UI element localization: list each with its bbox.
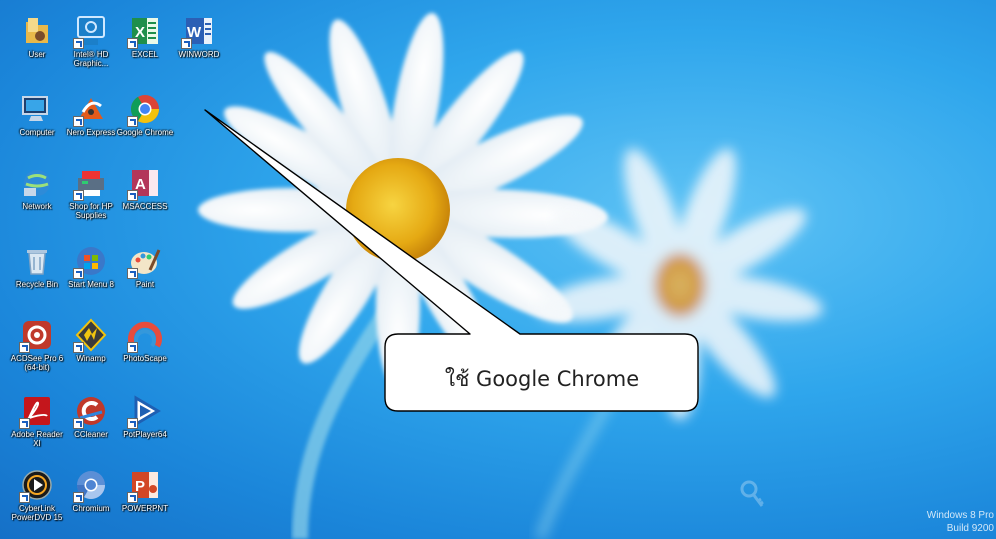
desktop-icon-label: Chromium [72, 504, 110, 513]
desktop-icon-photoscape[interactable]: PhotoScape [116, 318, 174, 380]
potplayer-icon [127, 394, 162, 429]
desktop-icon-chromium[interactable]: Chromium [62, 468, 120, 530]
start-menu-icon [73, 244, 108, 279]
shortcut-arrow-icon [127, 342, 138, 353]
desktop-icon-ccleaner[interactable]: CCleaner [62, 394, 120, 456]
desktop-icon-powerpoint[interactable]: P POWERPNT [116, 468, 174, 530]
hp-supplies-icon [73, 166, 108, 201]
desktop-icon-paint[interactable]: Paint [116, 244, 174, 306]
intel-graphics-icon [73, 14, 108, 49]
shortcut-arrow-icon [19, 418, 30, 429]
shortcut-arrow-icon [127, 116, 138, 127]
shortcut-arrow-icon [127, 38, 138, 49]
desktop-icon-label: Winamp [76, 354, 106, 363]
user-folder-icon [20, 14, 54, 48]
windows-build: Build 9200 [946, 523, 994, 534]
shortcut-arrow-icon [19, 492, 30, 503]
nero-express-icon [73, 92, 108, 127]
shortcut-arrow-icon [73, 268, 84, 279]
desktop-icon-word[interactable]: W WINWORD [170, 14, 228, 76]
watermark-brand [740, 478, 915, 514]
desktop-icon-access[interactable]: A MSACCESS [116, 166, 174, 228]
windows-build-watermark: Windows 8 Pro Build 9200 [927, 509, 994, 535]
desktop-icon-label: EXCEL [131, 50, 159, 59]
desktop-icon-label: Shop for HP Supplies [69, 202, 113, 220]
photoscape-icon [127, 318, 162, 353]
desktop-icon-label: Nero Express [66, 128, 116, 137]
shortcut-arrow-icon [127, 492, 138, 503]
desktop-icon-winamp[interactable]: Winamp [62, 318, 120, 380]
windows-edition: Windows 8 Pro [926, 510, 994, 521]
key-icon [740, 480, 764, 507]
powerdvd-icon [19, 468, 54, 503]
desktop-icon-excel[interactable]: X EXCEL [116, 14, 174, 76]
daisy-main [198, 12, 608, 390]
desktop-icon-hp-supplies[interactable]: Shop for HP Supplies [62, 166, 120, 228]
desktop-icon-label: PhotoScape [123, 354, 167, 363]
desktop-icon-intel-graphics[interactable]: Intel® HD Graphic... [62, 14, 120, 76]
excel-icon: X [127, 14, 162, 49]
desktop-icon-network[interactable]: Network [8, 166, 66, 228]
winamp-icon [73, 318, 108, 353]
desktop-icon-label: Network [22, 202, 52, 211]
desktop-icon-label: Intel® HD Graphic... [73, 50, 109, 68]
desktop-icon-label: Recycle Bin [15, 280, 59, 289]
shortcut-arrow-icon [73, 492, 84, 503]
chromium-icon [73, 468, 108, 503]
desktop-icon-acdsee[interactable]: ACDSee Pro 6 (64-bit) [8, 318, 66, 380]
desktop-icon-adobe-reader[interactable]: Adobe Reader XI [8, 394, 66, 456]
desktop-icon-chrome[interactable]: Google Chrome [116, 92, 174, 154]
desktop-icon-label: Start Menu 8 [68, 280, 114, 289]
shortcut-arrow-icon [127, 190, 138, 201]
desktop-icon-label: Paint [135, 280, 155, 289]
desktop-icon-label: POWERPNT [121, 504, 169, 513]
chrome-icon [127, 92, 162, 127]
desktop-icon-label: CyberLink PowerDVD 15 [11, 504, 63, 522]
shortcut-arrow-icon [73, 342, 84, 353]
desktop-icon-user-folder[interactable]: User [8, 14, 66, 76]
computer-icon [20, 92, 54, 126]
paint-icon [127, 244, 162, 279]
shortcut-arrow-icon [73, 190, 84, 201]
desktop-icon-powerdvd[interactable]: CyberLink PowerDVD 15 [8, 468, 66, 530]
desktop: User Intel® HD Graphic... X EXCEL W WINWORD Co… [0, 0, 996, 539]
desktop-icon-label: WINWORD [178, 50, 220, 59]
desktop-icon-start-menu[interactable]: Start Menu 8 [62, 244, 120, 306]
desktop-icon-nero-express[interactable]: Nero Express [62, 92, 120, 154]
shortcut-arrow-icon [73, 38, 84, 49]
shortcut-arrow-icon [73, 116, 84, 127]
word-icon: W [181, 14, 216, 49]
desktop-icon-recycle-bin[interactable]: Recycle Bin [8, 244, 66, 306]
shortcut-arrow-icon [127, 418, 138, 429]
recycle-bin-icon [20, 244, 54, 278]
desktop-icon-label: MSACCESS [122, 202, 168, 211]
shortcut-arrow-icon [127, 268, 138, 279]
access-icon: A [127, 166, 162, 201]
desktop-icon-computer[interactable]: Computer [8, 92, 66, 154]
callout-text: ใช้ Google Chrome [444, 367, 640, 391]
desktop-icon-label: Google Chrome [116, 128, 174, 137]
desktop-icon-label: User [28, 50, 46, 59]
desktop-icon-label: PotPlayer64 [123, 430, 167, 439]
desktop-icon-label: ACDSee Pro 6 (64-bit) [10, 354, 64, 372]
adobe-reader-icon [19, 394, 54, 429]
network-icon [20, 166, 54, 200]
desktop-icon-potplayer[interactable]: PotPlayer64 [116, 394, 174, 456]
powerpoint-icon: P [127, 468, 162, 503]
desktop-icon-label: Adobe Reader XI [11, 430, 63, 448]
shortcut-arrow-icon [19, 342, 30, 353]
shortcut-arrow-icon [73, 418, 84, 429]
shortcut-arrow-icon [181, 38, 192, 49]
desktop-icon-label: Computer [19, 128, 55, 137]
desktop-icon-label: CCleaner [74, 430, 108, 439]
ccleaner-icon [73, 394, 108, 429]
acdsee-icon [19, 318, 54, 353]
